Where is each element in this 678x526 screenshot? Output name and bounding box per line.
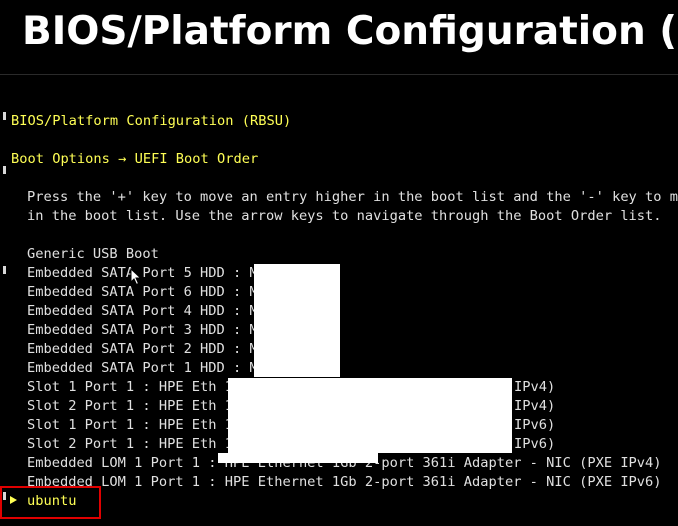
boot-entry-lom-ipv6[interactable]: Embedded LOM 1 Port 1 : HPE Ethernet 1Gb… xyxy=(27,473,662,492)
boot-entry-suffix: IPv6) xyxy=(514,436,556,452)
breadcrumb: Boot Options → UEFI Boot Order xyxy=(11,151,259,167)
boot-entry-suffix: IPv6) xyxy=(514,417,556,433)
boot-entry-slot2-ipv6[interactable]: Slot 2 Port 1 : HPE Eth 1 xyxy=(27,435,233,454)
page-title: BIOS/Platform Configuration (RBSU) xyxy=(11,113,292,129)
boot-entry-generic-usb[interactable]: Generic USB Boot xyxy=(27,245,159,264)
mouse-cursor-icon xyxy=(130,268,142,286)
boot-entry-suffix: IPv4) xyxy=(514,379,556,395)
boot-entry-sata-5[interactable]: Embedded SATA Port 5 HDD : MM xyxy=(27,264,266,283)
scrollbar-marker xyxy=(3,266,6,274)
scrollbar-marker xyxy=(3,112,6,120)
highlight-box xyxy=(0,486,101,519)
boot-entry-slot2-ipv4[interactable]: Slot 2 Port 1 : HPE Eth 1 xyxy=(27,397,233,416)
page-banner: BIOS/Platform Configuration (RBS xyxy=(0,0,678,75)
redaction-block xyxy=(228,378,512,453)
boot-entry-suffix: IPv4) xyxy=(514,398,556,414)
boot-entry-slot1-ipv6[interactable]: Slot 1 Port 1 : HPE Eth 1 xyxy=(27,416,233,435)
redaction-block xyxy=(218,453,378,463)
redaction-block xyxy=(254,264,340,377)
instruction-text-2: in the boot list. Use the arrow keys to … xyxy=(27,208,662,224)
boot-entry-sata-6[interactable]: Embedded SATA Port 6 HDD : MM xyxy=(27,283,266,302)
boot-entry-slot1-ipv4[interactable]: Slot 1 Port 1 : HPE Eth 1 xyxy=(27,378,233,397)
instruction-text-1: Press the '+' key to move an entry highe… xyxy=(27,189,678,205)
scrollbar-marker xyxy=(3,166,6,174)
boot-entry-sata-1[interactable]: Embedded SATA Port 1 HDD : MM xyxy=(27,359,266,378)
boot-entry-sata-4[interactable]: Embedded SATA Port 4 HDD : MM xyxy=(27,302,266,321)
boot-entry-sata-3[interactable]: Embedded SATA Port 3 HDD : MM xyxy=(27,321,266,340)
banner-title: BIOS/Platform Configuration (RBS xyxy=(22,9,678,54)
boot-entry-sata-2[interactable]: Embedded SATA Port 2 HDD : MM xyxy=(27,340,266,359)
